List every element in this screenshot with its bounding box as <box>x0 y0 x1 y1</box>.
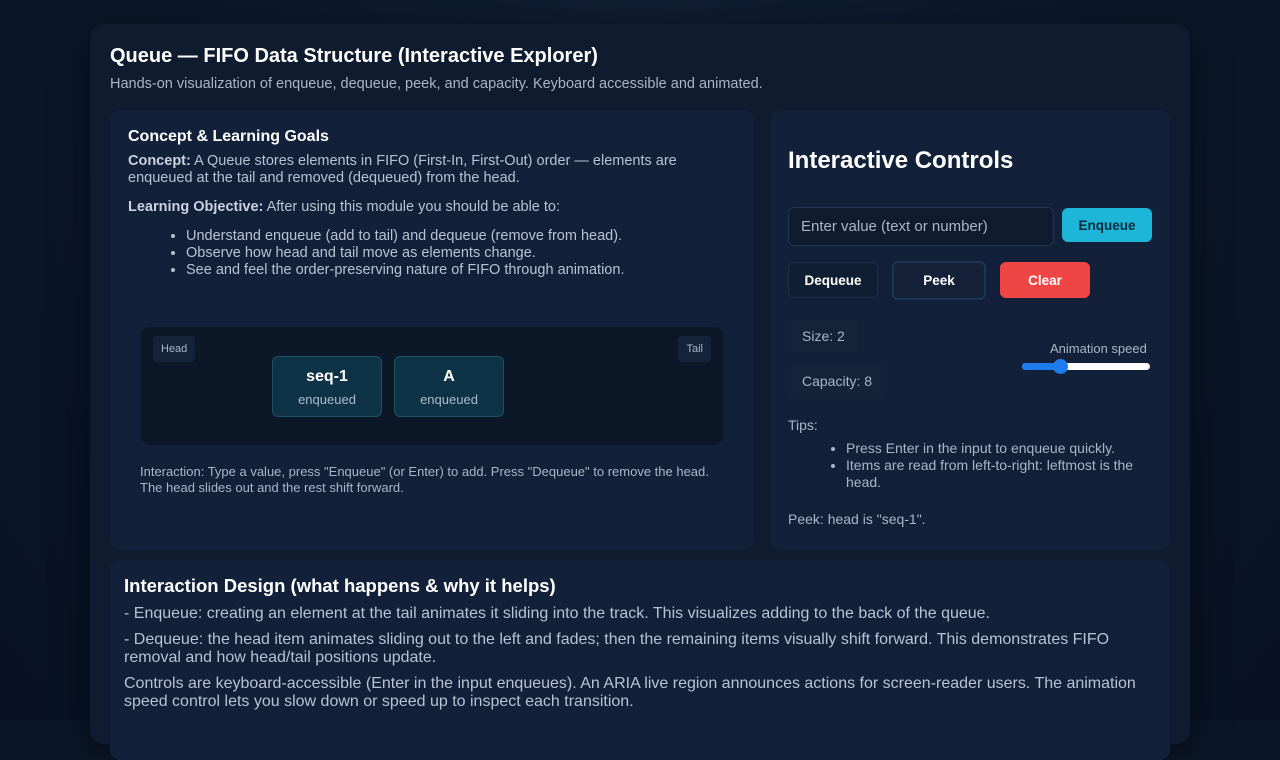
concept-text: Concept: A Queue stores elements in FIFO… <box>128 153 728 187</box>
goal-item: See and feel the order-preserving nature… <box>186 262 746 279</box>
objective-label: Learning Objective: <box>128 199 264 215</box>
design-panel: Interaction Design (what happens & why i… <box>110 560 1170 760</box>
queue-item-value: seq-1 <box>306 368 348 385</box>
queue-item-status: enqueued <box>298 392 356 407</box>
head-label: Head <box>153 336 196 362</box>
tail-label: Tail <box>678 336 711 362</box>
tip-item: Press Enter in the input to enqueue quic… <box>846 440 1146 457</box>
design-title: Interaction Design (what happens & why i… <box>124 575 556 596</box>
tip-item: Items are read from left-to-right: leftm… <box>846 457 1146 491</box>
concept-label: Concept: <box>128 153 191 169</box>
goal-item: Understand enqueue (add to tail) and deq… <box>186 228 746 245</box>
clear-button[interactable]: Clear <box>1000 262 1090 298</box>
controls-title: Interactive Controls <box>788 147 1014 174</box>
design-paragraph: - Dequeue: the head item animates slidin… <box>124 631 1110 666</box>
concept-body: A Queue stores elements in FIFO (First-I… <box>128 153 677 186</box>
speed-slider[interactable] <box>1022 359 1150 374</box>
dequeue-button[interactable]: Dequeue <box>788 262 878 298</box>
design-paragraph: - Enqueue: creating an element at the ta… <box>124 605 990 622</box>
queue-track: Head Tail seq-1 enqueued A enqueued <box>141 327 723 445</box>
value-input[interactable] <box>788 207 1054 246</box>
speed-slider-thumb[interactable] <box>1053 359 1069 374</box>
peek-button[interactable]: Peek <box>892 261 986 300</box>
queue-item-status: enqueued <box>420 392 478 407</box>
queue-item: seq-1 enqueued <box>272 356 382 417</box>
goal-item: Observe how head and tail move as elemen… <box>186 245 746 262</box>
explorer-card: Queue — FIFO Data Structure (Interactive… <box>90 24 1190 760</box>
objective-body: After using this module you should be ab… <box>263 199 561 215</box>
page-subtitle: Hands-on visualization of enqueue, deque… <box>110 76 763 92</box>
concept-title: Concept & Learning Goals <box>128 128 329 145</box>
goal-list: Understand enqueue (add to tail) and deq… <box>186 228 746 279</box>
tips-list: Press Enter in the input to enqueue quic… <box>846 440 1146 491</box>
tips-title: Tips: <box>788 417 818 433</box>
objective-text: Learning Objective: After using this mod… <box>128 199 728 215</box>
speed-label: Animation speed <box>1050 341 1147 356</box>
capacity-badge: Capacity: 8 <box>788 365 887 397</box>
queue-item: A enqueued <box>394 356 504 417</box>
size-badge: Size: 2 <box>788 320 859 352</box>
enqueue-button[interactable]: Enqueue <box>1062 208 1152 242</box>
design-paragraph: Controls are keyboard-accessible (Enter … <box>124 675 1136 710</box>
concept-panel: Concept & Learning Goals Concept: A Queu… <box>110 110 754 550</box>
interaction-note: Interaction: Type a value, press "Enqueu… <box>140 464 709 495</box>
page-title: Queue — FIFO Data Structure (Interactive… <box>110 45 598 67</box>
peek-status: Peek: head is "seq-1". <box>788 511 926 527</box>
queue-item-value: A <box>443 368 455 385</box>
controls-panel: Interactive Controls Enqueue Dequeue Pee… <box>770 110 1170 550</box>
